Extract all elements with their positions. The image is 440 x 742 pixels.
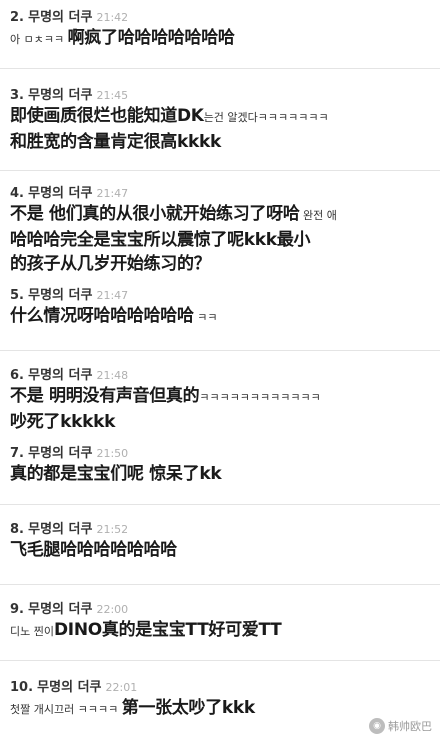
original-text: 는건 알겠다ㅋㅋㅋㅋㅋㅋㅋ — [203, 111, 329, 124]
comment-timestamp: 22:00 — [96, 603, 129, 616]
comment-item: 6. 무명의 더쿠 21:48 不是 明明没有声音但真的ㅋㅋㅋㅋㅋㅋㅋㅋㅋㅋㅋㅋ 吵死… — [0, 368, 440, 434]
comment-number: 9. — [10, 602, 24, 617]
comment-author: 무명의 더쿠 — [37, 680, 102, 695]
translation-text: 第一张太吵了kkk — [121, 698, 256, 718]
comment-number: 7. — [10, 446, 24, 461]
comment-number: 10. — [10, 680, 34, 695]
translation-text: 飞毛腿哈哈哈哈哈哈哈 — [10, 540, 177, 560]
comment-text-line: 真的都是宝宝们呢 惊呆了kk — [10, 462, 440, 486]
divider — [0, 170, 440, 171]
comment-timestamp: 21:48 — [96, 369, 129, 382]
comment-item: 9. 무명의 더쿠 22:00 디노 찐이DINO真的是宝宝TT好可爱TT — [0, 602, 440, 644]
translation-text: DINO真的是宝宝TT好可爱TT — [53, 620, 282, 640]
comment-text-line: 吵死了kkkkk — [10, 410, 440, 434]
comment-header: 10. 무명의 더쿠 22:01 — [10, 680, 440, 696]
comment-text-line: 哈哈哈完全是宝宝所以震惊了呢kkk最小 — [10, 228, 440, 252]
translation-text: 什么情况呀哈哈哈哈哈哈 — [10, 306, 194, 326]
comment-text-line: 飞毛腿哈哈哈哈哈哈哈 — [10, 538, 440, 562]
original-text: 디노 찐이 — [10, 625, 54, 638]
comment-text-line: 和胜宽的含量肯定很高kkkk — [10, 130, 440, 154]
original-text: ㅋㅋㅋㅋㅋㅋㅋㅋㅋㅋㅋㅋ — [199, 391, 321, 404]
comment-author: 무명의 더쿠 — [28, 88, 93, 103]
divider — [0, 504, 440, 505]
comment-header: 2. 무명의 더쿠 21:42 — [10, 10, 440, 26]
comment-number: 2. — [10, 10, 24, 25]
translation-text: 哈哈哈完全是宝宝所以震惊了呢kkk最小 — [10, 230, 311, 250]
comment-item: 10. 무명의 더쿠 22:01 첫짤 개시끄러 ㅋㅋㅋㅋ 第一张太吵了kkk — [0, 680, 440, 722]
divider — [0, 584, 440, 585]
comment-header: 8. 무명의 더쿠 21:52 — [10, 522, 440, 538]
translation-text: 不是 明明没有声音但真的 — [10, 386, 200, 406]
comment-timestamp: 21:47 — [96, 289, 129, 302]
comment-text-line: 不是 他们真的从很小就开始练习了呀哈 완전 애 — [10, 202, 440, 228]
comment-text-line: 即使画质很烂也能知道DK는건 알겠다ㅋㅋㅋㅋㅋㅋㅋ — [10, 104, 440, 130]
comment-text-line: 不是 明明没有声音但真的ㅋㅋㅋㅋㅋㅋㅋㅋㅋㅋㅋㅋ — [10, 384, 440, 410]
comment-timestamp: 21:45 — [96, 89, 129, 102]
comment-author: 무명의 더쿠 — [28, 10, 93, 25]
weibo-icon: ◉ — [369, 718, 385, 734]
comment-header: 4. 무명의 더쿠 21:47 — [10, 186, 440, 202]
comment-item: 5. 무명의 더쿠 21:47 什么情况呀哈哈哈哈哈哈 ㅋㅋ — [0, 288, 440, 330]
translation-text: 和胜宽的含量肯定很高kkkk — [10, 132, 222, 152]
comment-text-line: 아 ㅁㅊㅋㅋ 啊疯了哈哈哈哈哈哈哈 — [10, 26, 440, 52]
translation-text: 的孩子从几岁开始练习的？ — [10, 254, 211, 274]
original-text: 완전 애 — [299, 209, 337, 222]
comment-author: 무명의 더쿠 — [28, 522, 93, 537]
comment-timestamp: 21:42 — [96, 11, 129, 24]
comment-timestamp: 21:47 — [96, 187, 129, 200]
comment-item: 7. 무명의 더쿠 21:50 真的都是宝宝们呢 惊呆了kk — [0, 446, 440, 486]
translation-text: 即使画质很烂也能知道DK — [10, 106, 204, 126]
original-text: 첫짤 개시끄러 ㅋㅋㅋㅋ — [10, 703, 122, 716]
comment-author: 무명의 더쿠 — [28, 368, 93, 383]
comment-author: 무명의 더쿠 — [28, 602, 93, 617]
comment-timestamp: 21:50 — [96, 447, 129, 460]
comment-author: 무명의 더쿠 — [28, 288, 93, 303]
comment-text-line: 什么情况呀哈哈哈哈哈哈 ㅋㅋ — [10, 304, 440, 330]
comment-number: 8. — [10, 522, 24, 537]
comment-item: 3. 무명의 더쿠 21:45 即使画质很烂也能知道DK는건 알겠다ㅋㅋㅋㅋㅋㅋㅋ和… — [0, 88, 440, 154]
divider — [0, 350, 440, 351]
translation-text: 吵死了kkkkk — [10, 412, 116, 432]
comment-number: 5. — [10, 288, 24, 303]
comment-text-line: 디노 찐이DINO真的是宝宝TT好可爱TT — [10, 618, 440, 644]
comment-number: 3. — [10, 88, 24, 103]
comment-header: 3. 무명의 더쿠 21:45 — [10, 88, 440, 104]
comment-timestamp: 21:52 — [96, 523, 129, 536]
original-text: 아 ㅁㅊㅋㅋ — [10, 33, 68, 46]
watermark-text: 韩帅欧巴 — [388, 720, 432, 733]
comment-item: 4. 무명의 더쿠 21:47 不是 他们真的从很小就开始练习了呀哈 완전 애 哈哈哈… — [0, 186, 440, 276]
translation-text: 不是 他们真的从很小就开始练习了呀哈 — [10, 204, 300, 224]
translation-text: 真的都是宝宝们呢 惊呆了kk — [10, 464, 222, 484]
comment-item: 8. 무명의 더쿠 21:52 飞毛腿哈哈哈哈哈哈哈 — [0, 522, 440, 562]
comment-timestamp: 22:01 — [105, 681, 138, 694]
comment-number: 6. — [10, 368, 24, 383]
comment-author: 무명의 더쿠 — [28, 446, 93, 461]
comment-number: 4. — [10, 186, 24, 201]
comment-header: 6. 무명의 더쿠 21:48 — [10, 368, 440, 384]
comment-text-line: 的孩子从几岁开始练习的？ — [10, 252, 440, 276]
comment-header: 7. 무명의 더쿠 21:50 — [10, 446, 440, 462]
comment-item: 2. 무명의 더쿠 21:42 아 ㅁㅊㅋㅋ 啊疯了哈哈哈哈哈哈哈 — [0, 10, 440, 52]
comment-header: 9. 무명의 더쿠 22:00 — [10, 602, 440, 618]
translation-text: 啊疯了哈哈哈哈哈哈哈 — [67, 28, 235, 48]
comment-author: 무명의 더쿠 — [28, 186, 93, 201]
watermark: ◉ 韩帅欧巴 — [369, 718, 432, 734]
original-text: ㅋㅋ — [193, 311, 218, 324]
comment-header: 5. 무명의 더쿠 21:47 — [10, 288, 440, 304]
divider — [0, 660, 440, 661]
divider — [0, 68, 440, 69]
